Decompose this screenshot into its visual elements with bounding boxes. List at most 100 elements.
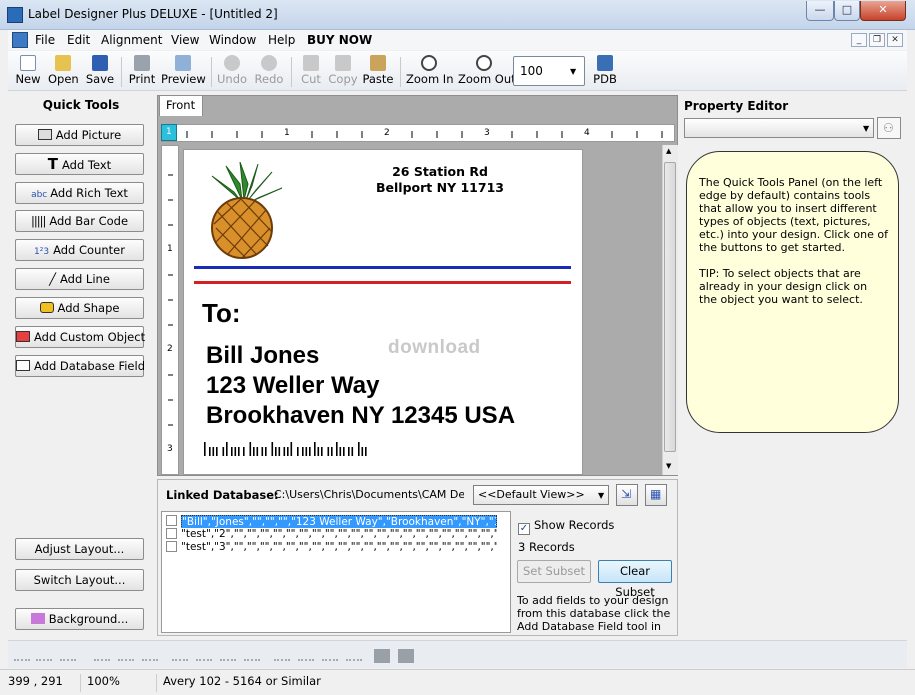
red-divider-line[interactable] [194,281,571,284]
scissors-icon [303,55,319,71]
add-rich-text-button[interactable]: abc Add Rich Text [15,182,144,204]
menu-edit[interactable]: Edit [67,33,90,47]
record-checkbox[interactable] [166,515,177,526]
list-item[interactable]: "Bill","Jones","","","","123 Weller Way"… [166,515,510,528]
align-top-icon[interactable] [94,649,110,661]
menu-view[interactable]: View [171,33,199,47]
add-text-button[interactable]: T Add Text [15,153,144,175]
open-button[interactable]: Open [48,54,79,90]
menu-file[interactable]: File [35,33,55,47]
center-v-icon[interactable] [346,649,362,661]
zoom-out-button[interactable]: Zoom Out [458,54,516,90]
align-center-icon[interactable] [36,649,52,661]
label-type-status: Avery 102 - 5164 or Similar [156,674,321,692]
add-counter-button[interactable]: 1²3 Add Counter [15,239,144,261]
undo-button[interactable]: Undo [217,54,247,90]
clear-subset-button[interactable]: Clear Subset [598,560,672,599]
add-picture-button[interactable]: Add Picture [15,124,144,146]
align-middle-icon[interactable] [118,649,134,661]
add-line-button[interactable]: ╱ Add Line [15,268,144,290]
background-button[interactable]: Background... [15,608,144,630]
database-help-text: To add fields to your design from this d… [517,594,671,634]
return-address-line2[interactable]: Bellport NY 11713 [360,180,520,195]
recipient-name[interactable]: Bill Jones [206,342,319,370]
property-object-select[interactable]: ▼ [684,118,874,138]
pineapple-picture[interactable] [206,162,286,262]
text-t-icon: T [47,155,59,173]
chevron-down-icon: ▼ [598,491,605,500]
property-help-bubble: The Quick Tools Panel (on the left edge … [686,151,899,433]
center-h-icon[interactable] [322,649,338,661]
list-item[interactable]: "test","3","","","","","","","","","",""… [166,541,510,554]
pdb-button[interactable]: PDB [591,54,619,90]
zoom-in-button[interactable]: Zoom In [406,54,454,90]
mdi-restore-button[interactable]: ❐ [869,33,885,47]
properties-icon: ⚇ [883,121,894,135]
recipient-city[interactable]: Brookhaven NY 12345 USA [206,402,515,430]
record-checkbox[interactable] [166,528,177,539]
ruler-corner[interactable]: 1 [161,124,177,141]
document-icon[interactable] [12,32,28,48]
property-options-button[interactable]: ⚇ [877,117,901,139]
database-view-select[interactable]: <<Default View>> ▼ [473,485,609,505]
zoom-select[interactable]: 100 ▼ [513,56,585,86]
tab-front[interactable]: Front [159,95,203,116]
database-records-list[interactable]: "Bill","Jones","","","","123 Weller Way"… [161,511,511,633]
paste-button[interactable]: Paste [362,54,394,90]
menu-buy-now[interactable]: BUY NOW [307,33,372,47]
add-bar-code-button[interactable]: ||||| Add Bar Code [15,210,144,232]
align-right-icon[interactable] [60,649,76,661]
same-width-icon[interactable] [220,649,236,661]
new-button[interactable]: New [14,54,42,90]
edit-database-button[interactable]: ▦ [645,484,667,506]
mdi-minimize-button[interactable]: _ [851,33,867,47]
cut-button[interactable]: Cut [298,54,324,90]
quick-tools-title: Quick Tools [42,98,120,112]
redo-button[interactable]: Redo [254,54,284,90]
print-button[interactable]: Print [128,54,156,90]
switch-layout-button[interactable]: Switch Layout... [15,569,144,591]
barcode[interactable] [204,442,374,458]
add-custom-object-button[interactable]: Add Custom Object [15,326,145,348]
align-left-icon[interactable] [14,649,30,661]
menu-alignment[interactable]: Alignment [101,33,162,47]
link-database-button[interactable]: ⇲ [616,484,638,506]
set-subset-button[interactable]: Set Subset [517,560,591,583]
to-label[interactable]: To: [202,298,241,329]
close-button[interactable]: ✕ [860,1,906,21]
recipient-street[interactable]: 123 Weller Way [206,372,379,400]
menu-help[interactable]: Help [268,33,295,47]
distribute-v-icon[interactable] [298,649,314,661]
preview-button[interactable]: Preview [161,54,206,90]
adjust-layout-button[interactable]: Adjust Layout... [15,538,144,560]
title-bar[interactable]: Label Designer Plus DELUXE - [Untitled 2… [0,0,915,30]
return-address-line1[interactable]: 26 Station Rd [360,164,520,179]
scroll-down-icon[interactable]: ▼ [666,462,671,470]
add-shape-button[interactable]: Add Shape [15,297,144,319]
send-back-icon[interactable] [398,649,414,663]
zoom-in-icon [421,55,437,71]
blue-divider-line[interactable] [194,266,571,269]
label-preview[interactable]: 26 Station Rd Bellport NY 11713 To: Bill… [183,149,583,475]
redo-icon [261,55,277,71]
scroll-up-icon[interactable]: ▲ [666,147,671,155]
save-button[interactable]: Save [85,54,115,90]
maximize-button[interactable]: □ [834,1,860,21]
list-item[interactable]: "test","2","","","","","","","","","",""… [166,528,510,541]
menu-window[interactable]: Window [209,33,256,47]
add-database-field-button[interactable]: Add Database Field [15,355,145,377]
bring-front-icon[interactable] [374,649,390,663]
align-bottom-icon[interactable] [142,649,158,661]
space-horizontal-icon[interactable] [172,649,188,661]
minimize-button[interactable]: — [806,1,834,21]
same-height-icon[interactable] [244,649,260,661]
show-records-checkbox[interactable]: ✓ Show Records [518,518,614,535]
scrollbar-thumb[interactable] [664,162,676,452]
space-vertical-icon[interactable] [196,649,212,661]
ruler-label: 3 [484,128,490,138]
edit-table-icon: ▦ [650,487,662,501]
mdi-close-button[interactable]: ✕ [887,33,903,47]
distribute-h-icon[interactable] [274,649,290,661]
record-checkbox[interactable] [166,541,177,552]
copy-button[interactable]: Copy [328,54,358,90]
